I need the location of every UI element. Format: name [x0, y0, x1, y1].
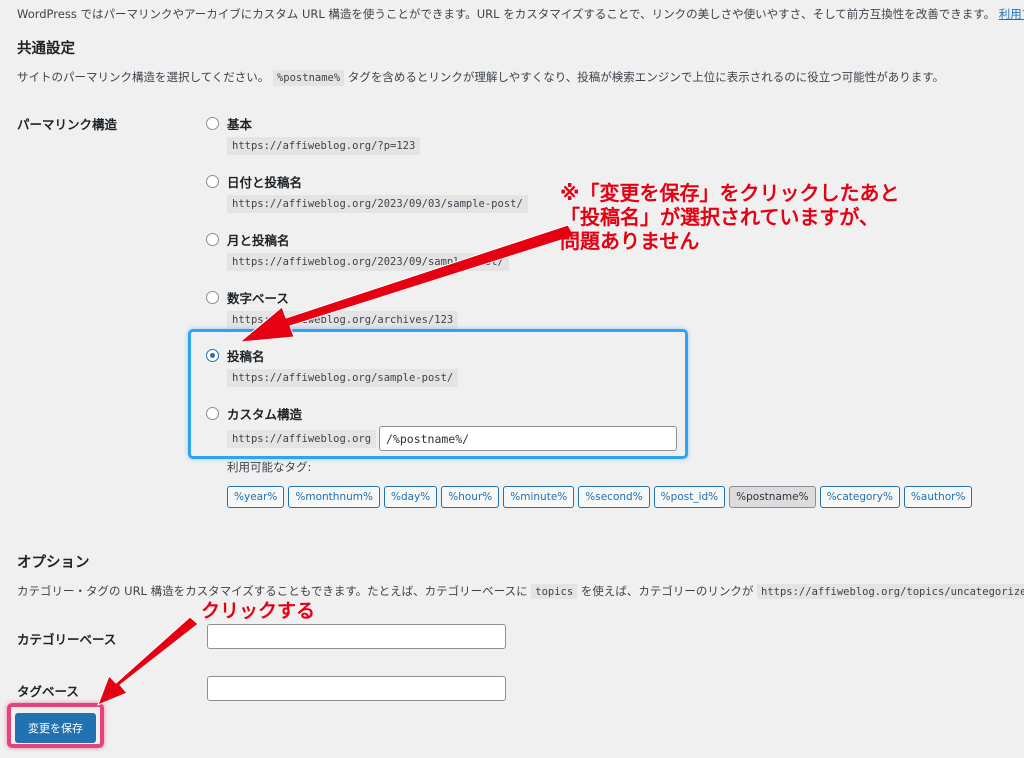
- arrow-to-post-name: [238, 224, 575, 343]
- click-annotation: クリックする: [201, 600, 316, 622]
- annotation-note: ※「変更を保存」をクリックしたあと 「投稿名」が選択されていますが、 問題ありま…: [560, 181, 900, 253]
- annotation-arrows: [97, 224, 575, 706]
- arrow-to-save-button: [97, 616, 199, 706]
